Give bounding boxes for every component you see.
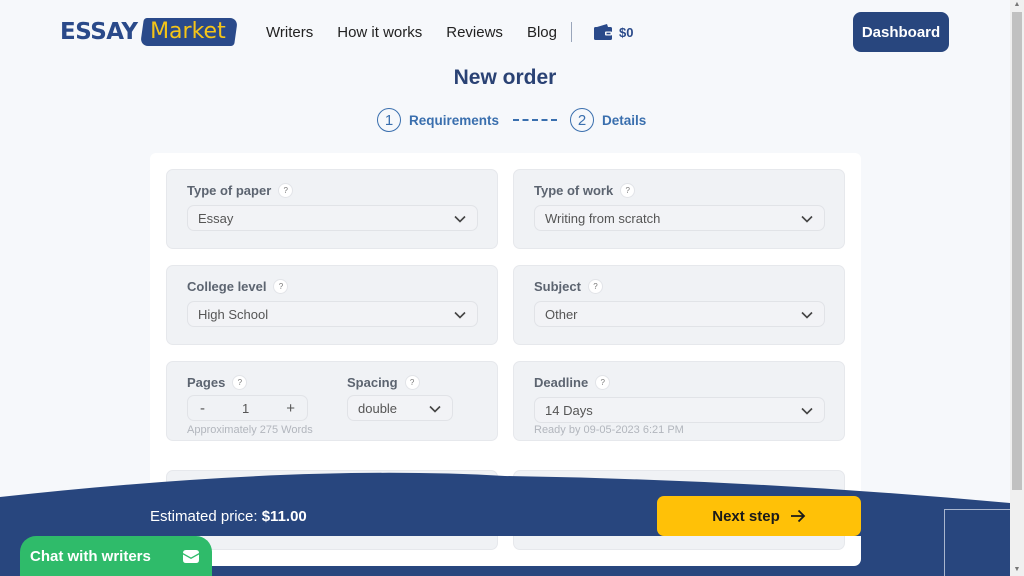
wallet-icon <box>593 24 612 40</box>
subject-value: Other <box>545 306 578 322</box>
type-of-paper-select[interactable]: Essay <box>187 205 478 231</box>
type-of-paper-label: Type of paper ? <box>187 183 294 198</box>
pages-stepper: - 1 + <box>187 395 308 421</box>
college-level-label: College level ? <box>187 279 289 294</box>
spacing-select[interactable]: double <box>347 395 453 421</box>
chevron-down-icon <box>801 407 813 415</box>
pages-word-hint: Approximately 275 Words <box>187 424 313 436</box>
scroll-down-arrow[interactable]: ▼ <box>1013 566 1021 573</box>
college-level-label-text: College level <box>187 279 267 294</box>
deadline-field: Deadline ? 14 Days Ready by 09-05-2023 6… <box>513 361 845 441</box>
pages-decrement-button[interactable]: - <box>200 400 205 417</box>
type-of-paper-field: Type of paper ? Essay <box>166 169 498 249</box>
spacing-label-text: Spacing <box>347 375 398 390</box>
step-1-number[interactable]: 1 <box>377 108 401 132</box>
estimated-price: Estimated price: $11.00 <box>150 508 307 525</box>
wallet-balance[interactable]: $0 <box>593 24 634 40</box>
type-of-paper-label-text: Type of paper <box>187 183 272 198</box>
type-of-work-select[interactable]: Writing from scratch <box>534 205 825 231</box>
wallet-amount: $0 <box>618 24 634 40</box>
step-2-number[interactable]: 2 <box>570 108 595 132</box>
field-ghost-left <box>166 536 498 550</box>
type-of-work-label: Type of work ? <box>534 183 636 198</box>
type-of-work-value: Writing from scratch <box>545 210 661 226</box>
chevron-down-icon <box>429 405 441 413</box>
subject-select[interactable]: Other <box>534 301 825 327</box>
help-icon[interactable]: ? <box>595 375 611 390</box>
step-2-label[interactable]: Details <box>602 113 646 128</box>
subject-label: Subject ? <box>534 279 603 294</box>
subject-field: Subject ? Other <box>513 265 845 345</box>
help-icon[interactable]: ? <box>278 183 294 198</box>
deadline-select[interactable]: 14 Days <box>534 397 825 423</box>
nav-blog[interactable]: Blog <box>527 24 557 41</box>
help-icon[interactable]: ? <box>620 183 636 198</box>
help-icon[interactable]: ? <box>404 375 420 390</box>
decorative-outline <box>944 509 1010 576</box>
type-of-work-label-text: Type of work <box>534 183 614 198</box>
nav-how-it-works[interactable]: How it works <box>337 24 422 41</box>
order-steps: 1 Requirements 2 Details <box>377 108 646 132</box>
nav-writers[interactable]: Writers <box>266 24 313 41</box>
arrow-right-icon <box>790 509 806 523</box>
pages-label-text: Pages <box>187 375 226 390</box>
step-1-label[interactable]: Requirements <box>409 113 499 128</box>
deadline-ready-hint: Ready by 09-05-2023 6:21 PM <box>534 424 684 436</box>
page-title: New order <box>453 66 557 89</box>
estimated-price-label: Estimated price: <box>150 508 258 525</box>
pages-spacing-field: Pages ? - 1 + Approximately 275 Words Sp… <box>166 361 498 441</box>
estimated-price-value: $11.00 <box>261 508 307 525</box>
nav-reviews[interactable]: Reviews <box>446 24 503 41</box>
college-level-select[interactable]: High School <box>187 301 478 327</box>
deadline-label: Deadline ? <box>534 375 611 390</box>
logo[interactable]: ESSAY Market <box>60 16 238 48</box>
main-nav: Writers How it works Reviews Blog $0 <box>266 22 633 42</box>
pages-increment-button[interactable]: + <box>286 400 295 417</box>
scroll-up-arrow[interactable]: ▲ <box>1013 1 1021 8</box>
field-ghost-right <box>513 536 845 550</box>
chevron-down-icon <box>801 311 813 319</box>
envelope-icon <box>183 550 199 563</box>
chevron-down-icon <box>454 311 466 319</box>
chat-with-writers-button[interactable]: Chat with writers <box>20 536 212 576</box>
chevron-down-icon <box>801 215 813 223</box>
deadline-value: 14 Days <box>545 402 593 418</box>
type-of-work-field: Type of work ? Writing from scratch <box>513 169 845 249</box>
chevron-down-icon <box>454 215 466 223</box>
logo-market-badge: Market <box>139 18 238 46</box>
pages-label: Pages ? <box>187 375 248 390</box>
deadline-label-text: Deadline <box>534 375 589 390</box>
subject-label-text: Subject <box>534 279 581 294</box>
type-of-paper-value: Essay <box>198 210 234 226</box>
pages-value[interactable]: 1 <box>242 401 249 416</box>
next-step-label: Next step <box>712 507 780 525</box>
next-step-button[interactable]: Next step <box>657 496 861 536</box>
step-connector <box>513 119 558 121</box>
help-icon[interactable]: ? <box>587 279 603 294</box>
logo-market-text: Market <box>149 19 226 44</box>
college-level-field: College level ? High School <box>166 265 498 345</box>
chat-label: Chat with writers <box>30 547 151 565</box>
dashboard-button[interactable]: Dashboard <box>853 12 949 52</box>
spacing-label: Spacing ? <box>347 375 420 390</box>
help-icon[interactable]: ? <box>273 279 289 294</box>
page-scrollbar[interactable]: ▲ ▼ <box>1010 0 1024 576</box>
scrollbar-thumb[interactable] <box>1012 12 1022 490</box>
nav-divider <box>570 22 572 42</box>
help-icon[interactable]: ? <box>232 375 248 390</box>
spacing-value: double <box>358 400 398 416</box>
logo-essay-text: ESSAY <box>60 19 138 45</box>
college-level-value: High School <box>198 306 269 322</box>
